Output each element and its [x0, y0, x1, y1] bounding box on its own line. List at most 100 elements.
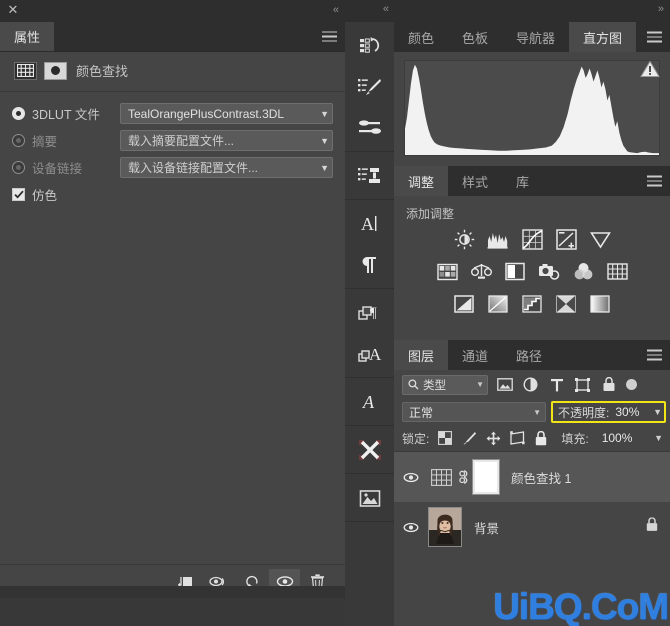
opacity-control[interactable]: 不透明度: 30% ▼: [551, 401, 666, 423]
brush-presets-icon[interactable]: [345, 66, 394, 107]
posterize-icon[interactable]: [487, 292, 510, 315]
hue-saturation-icon[interactable]: [436, 260, 459, 283]
color-lookup-thumbnail[interactable]: [428, 464, 454, 490]
tab-libraries[interactable]: 库: [502, 166, 543, 196]
background-layer-thumbnail[interactable]: [428, 507, 462, 547]
layer-visibility-icon[interactable]: [398, 472, 424, 483]
panel-menu-icon[interactable]: [647, 175, 662, 187]
dropdown-device-link[interactable]: 载入设备链接配置文件... ▼: [120, 157, 333, 178]
dock-collapse-icon[interactable]: »: [658, 3, 664, 15]
vibrance-icon[interactable]: [589, 228, 612, 251]
black-and-white-icon[interactable]: [504, 260, 527, 283]
character-panel-icon[interactable]: A: [345, 203, 394, 244]
invert-icon[interactable]: [453, 292, 476, 315]
lock-position-icon[interactable]: [485, 430, 501, 446]
color-balance-icon[interactable]: [470, 260, 493, 283]
layer-filter-row: 类型 ▼: [394, 370, 670, 399]
add-adjustment-label: 添加调整: [406, 207, 455, 221]
tab-paths[interactable]: 路径: [502, 340, 556, 370]
adjustment-row-2: [394, 260, 670, 283]
character-styles-icon[interactable]: ¶: [345, 292, 394, 333]
opacity-value[interactable]: 30%: [615, 405, 639, 419]
channel-mixer-icon[interactable]: [572, 260, 595, 283]
libraries-panel-icon[interactable]: [345, 477, 394, 518]
panel-menu-icon[interactable]: [647, 31, 662, 43]
mask-thumbnail-icon[interactable]: [44, 61, 67, 80]
lock-image-pixels-icon[interactable]: [461, 430, 477, 446]
exposure-icon[interactable]: [555, 228, 578, 251]
fill-chevron-down-icon[interactable]: ▼: [654, 433, 663, 443]
glyphs-panel-icon[interactable]: A: [345, 381, 394, 422]
layer-thumbnails: [428, 507, 462, 547]
history-panel-icon[interactable]: [345, 25, 394, 66]
rail-group-2: [345, 152, 394, 200]
threshold-icon[interactable]: [521, 292, 544, 315]
tab-adjustments[interactable]: 调整: [394, 166, 449, 196]
fill-value[interactable]: 100%: [602, 431, 633, 445]
option-row-3dlut: 3DLUT 文件 TealOrangePlusContrast.3DL ▼: [12, 100, 333, 127]
tab-layers[interactable]: 图层: [394, 340, 449, 370]
tab-histogram[interactable]: 直方图: [569, 22, 637, 52]
lock-all-icon[interactable]: [533, 430, 549, 446]
close-icon[interactable]: ✕: [6, 3, 20, 17]
dock-titlebar: »: [394, 0, 670, 22]
levels-icon[interactable]: [487, 228, 510, 251]
curves-icon[interactable]: [521, 228, 544, 251]
tab-properties[interactable]: 属性: [0, 22, 55, 51]
filter-enable-toggle[interactable]: [626, 379, 637, 390]
collapse-panel-icon[interactable]: «: [333, 3, 339, 17]
properties-tab-row: 属性: [0, 22, 345, 52]
filter-shape-layers-icon[interactable]: [574, 376, 591, 393]
dither-row: 仿色: [0, 181, 345, 207]
dither-checkbox[interactable]: [12, 187, 25, 201]
tab-color[interactable]: 颜色: [394, 22, 448, 52]
lock-transparent-pixels-icon[interactable]: [437, 430, 453, 446]
svg-text:¶: ¶: [370, 305, 377, 321]
rail-collapse-icon[interactable]: «: [383, 3, 389, 15]
panel-menu-icon[interactable]: [647, 349, 662, 361]
selective-color-icon[interactable]: [589, 292, 612, 315]
radio-abstract[interactable]: [12, 134, 25, 147]
layer-mask-thumbnail[interactable]: [472, 459, 500, 495]
tab-styles[interactable]: 样式: [448, 166, 502, 196]
tab-channels[interactable]: 通道: [448, 340, 502, 370]
dropdown-3dlut-file[interactable]: TealOrangePlusContrast.3DL ▼: [120, 103, 333, 124]
layers-tab-row: 图层 通道 路径: [394, 340, 670, 370]
color-lookup-icon[interactable]: [606, 260, 629, 283]
adjustment-icon-grid: [394, 228, 670, 340]
histogram-plot: [404, 60, 660, 156]
properties-panel: ✕ « 属性 颜色查找 3DLUT 文件 TealOrangePlusContr…: [0, 0, 345, 626]
paragraph-styles-icon[interactable]: A: [345, 333, 394, 374]
filter-pixel-layers-icon[interactable]: [496, 376, 513, 393]
warning-triangle-icon[interactable]: [640, 60, 660, 83]
link-mask-icon[interactable]: [458, 469, 469, 485]
tab-swatches[interactable]: 色板: [448, 22, 502, 52]
rail-group-6: [345, 426, 394, 474]
brightness-contrast-icon[interactable]: [453, 228, 476, 251]
clone-source-icon[interactable]: [345, 155, 394, 196]
search-icon: [408, 379, 419, 390]
brush-settings-icon[interactable]: [345, 107, 394, 148]
layer-filter-type-dropdown[interactable]: 类型 ▼: [402, 374, 488, 395]
filter-adjustment-layers-icon[interactable]: [522, 376, 539, 393]
layer-name: 背景: [474, 521, 500, 536]
opacity-chevron-down-icon[interactable]: ▼: [653, 407, 662, 417]
paragraph-panel-icon[interactable]: [345, 244, 394, 285]
photo-filter-icon[interactable]: [538, 260, 561, 283]
panel-menu-icon[interactable]: [322, 31, 337, 42]
rail-titlebar: «: [345, 0, 394, 22]
tab-navigator[interactable]: 导航器: [502, 22, 569, 52]
filter-type-layers-icon[interactable]: [548, 376, 565, 393]
layer-thumbnails: [428, 459, 500, 495]
layer-visibility-icon[interactable]: [398, 522, 424, 533]
filter-smart-objects-icon[interactable]: [600, 376, 617, 393]
dropdown-abstract[interactable]: 载入摘要配置文件... ▼: [120, 130, 333, 151]
gradient-map-icon[interactable]: [555, 292, 578, 315]
radio-3dlut-file[interactable]: [12, 107, 25, 120]
three-d-panel-icon[interactable]: [345, 429, 394, 470]
lock-artboard-nesting-icon[interactable]: [509, 430, 525, 446]
table-row[interactable]: 背景: [394, 502, 670, 552]
table-row[interactable]: 颜色查找 1: [394, 452, 670, 502]
radio-device-link[interactable]: [12, 161, 25, 174]
blend-mode-dropdown[interactable]: 正常 ▼: [402, 402, 546, 422]
